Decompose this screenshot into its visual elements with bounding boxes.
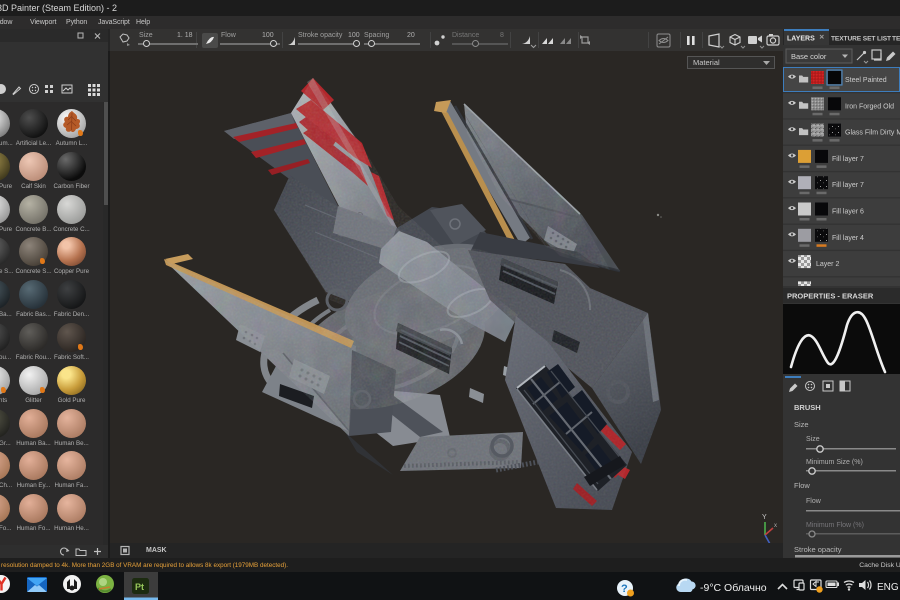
svg-text:Size: Size <box>806 436 820 443</box>
svg-text:?: ? <box>621 583 628 595</box>
svg-text:Fill layer 7: Fill layer 7 <box>832 156 864 163</box>
svg-text:Fill layer 4: Fill layer 4 <box>832 235 864 242</box>
svg-text:Flow: Flow <box>794 481 810 490</box>
svg-text:Minimum Flow (%): Minimum Flow (%) <box>806 522 864 529</box>
svg-text:ENG: ENG <box>877 582 899 593</box>
svg-text:Flow: Flow <box>806 498 822 505</box>
svg-text:Layer 2: Layer 2 <box>816 261 839 268</box>
svg-text:Fill layer 7: Fill layer 7 <box>832 182 864 189</box>
svg-text:Minimum Size (%): Minimum Size (%) <box>806 459 863 466</box>
svg-text:TEX: TEX <box>892 36 900 43</box>
svg-text:BRUSH: BRUSH <box>794 403 821 412</box>
svg-text:Fill layer 6: Fill layer 6 <box>832 209 864 216</box>
svg-text:x: x <box>774 523 777 529</box>
svg-text:Base color: Base color <box>791 52 827 61</box>
svg-text:Glass Film Dirty Mirro: Glass Film Dirty Mirro <box>845 130 900 137</box>
svg-text:LAYERS: LAYERS <box>787 36 815 43</box>
svg-text:PROPERTIES - ERASER: PROPERTIES - ERASER <box>787 292 874 301</box>
svg-text:-9°C Облачно: -9°C Облачно <box>700 582 767 594</box>
svg-text:Iron Forged Old: Iron Forged Old <box>845 103 894 110</box>
svg-text:Pt: Pt <box>135 582 144 592</box>
svg-text:Y: Y <box>762 514 767 521</box>
svg-text:Steel Painted: Steel Painted <box>845 77 887 84</box>
svg-text:Size: Size <box>794 420 809 429</box>
svg-text:TEXTURE SET LIST: TEXTURE SET LIST <box>831 36 891 43</box>
svg-text:Stroke opacity: Stroke opacity <box>794 545 842 554</box>
